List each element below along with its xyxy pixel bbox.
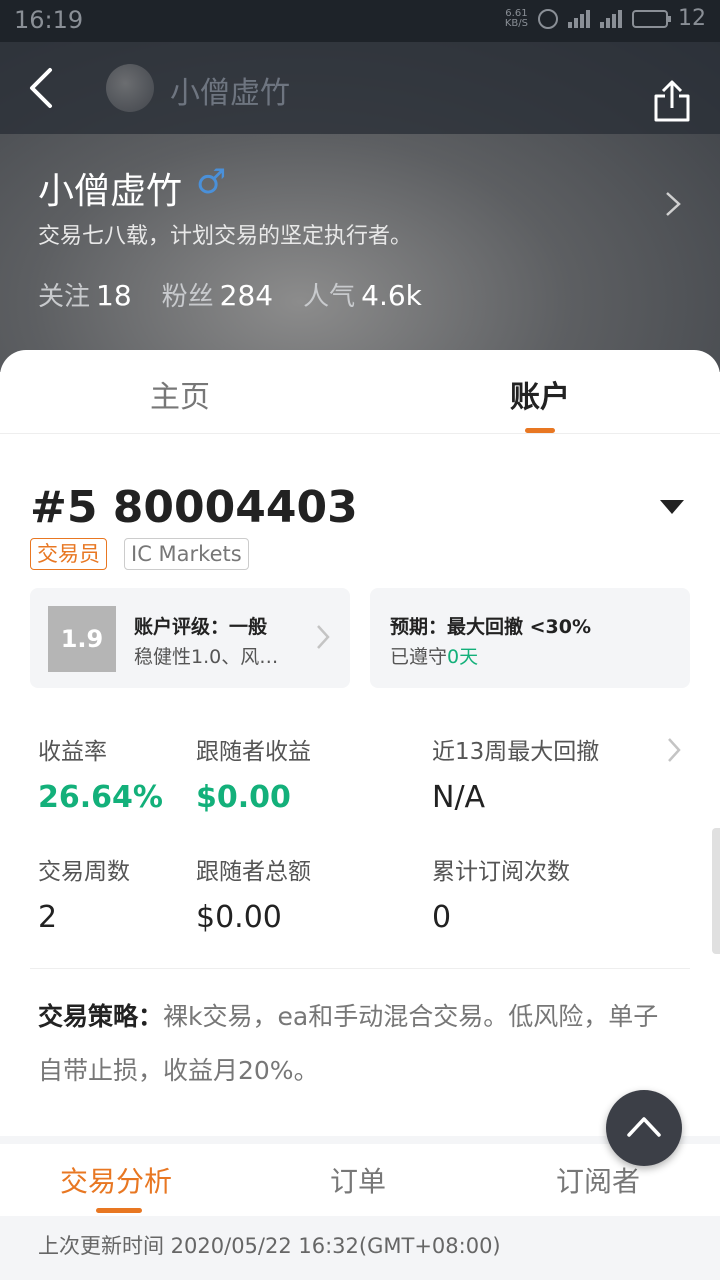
status-time: 16:19 [14,6,84,34]
tab-subscribers[interactable]: 订阅者 [556,1160,640,1200]
tab-active-indicator [96,1208,142,1213]
chevron-right-icon[interactable] [664,190,682,218]
trading-strategy: 交易策略：裸k交易，ea和手动混合交易。低风险，单子自带止损，收益月20%。 [38,990,678,1098]
tab-orders[interactable]: 订单 [330,1160,386,1200]
metric-follower-profit: 跟随者收益 $0.00 [196,739,311,815]
scrollbar[interactable] [712,828,720,954]
strategy-label: 交易策略： [38,1002,164,1031]
top-username: 小僧虚竹 [170,76,290,111]
metric-max-drawdown: 近13周最大回撤 N/A [432,739,600,815]
account-id: #5 80004403 [30,482,358,533]
chevron-right-icon [317,625,330,649]
signal-icon-2 [600,9,622,28]
status-icons: 6.61 KB/S 12 [505,6,706,31]
scroll-top-button[interactable] [606,1090,682,1166]
avatar[interactable] [106,64,154,112]
rating-score: 1.9 [48,606,116,672]
metric-subscription-count: 累计订阅次数 0 [432,859,570,935]
battery-icon [632,9,671,28]
profile-tabs: 主页 账户 [0,350,720,434]
profile-header: 小僧虚竹 小僧虚竹 ♂ 交易七八载，计划交易的坚定执行者。 关注 18 粉丝 284… [0,42,720,372]
profile-bio: 交易七八载，计划交易的坚定执行者。 [38,224,413,249]
divider [30,968,690,969]
stat-popularity: 人气 4.6k [303,279,422,312]
battery-level: 12 [678,6,706,31]
expectation-kept: 已遵守0天 [390,646,479,668]
expectation-box: 预期：最大回撤 <30% 已遵守0天 [370,588,690,688]
share-icon[interactable] [652,78,692,124]
expectation-title: 预期：最大回撤 <30% [390,616,592,638]
metric-return: 收益率 26.64% [38,739,163,815]
back-arrow-icon[interactable] [26,66,56,110]
tab-active-indicator [525,428,555,433]
alarm-icon [538,8,558,29]
rating-box[interactable]: 1.9 账户评级：一般 稳健性1.0、风险控制... [30,588,350,688]
dropdown-arrow-icon[interactable] [660,500,684,514]
profile-stats: 关注 18 粉丝 284 人气 4.6k [38,276,422,313]
last-updated: 上次更新时间 2020/05/22 16:32(GMT+08:00) [0,1216,720,1280]
stat-following[interactable]: 关注 18 [38,276,132,313]
rating-subtitle: 稳健性1.0、风险控制... [134,646,284,668]
broker-tag: IC Markets [124,538,249,570]
role-tag: 交易员 [30,538,107,570]
top-bar: 小僧虚竹 [0,42,720,134]
chevron-up-icon [627,1117,661,1137]
status-bar: 16:19 6.61 KB/S 12 [0,0,720,42]
male-icon: ♂ [196,162,227,202]
stat-fans[interactable]: 粉丝 284 [162,276,273,313]
tab-trade-analysis[interactable]: 交易分析 [60,1160,172,1200]
metric-follower-total: 跟随者总额 $0.00 [196,859,311,935]
rating-title: 账户评级：一般 [134,616,268,638]
chevron-right-icon[interactable] [666,736,682,764]
tab-home[interactable]: 主页 [150,372,210,416]
net-speed: 6.61 KB/S [504,7,528,29]
tab-account[interactable]: 账户 [510,372,570,416]
profile-name: 小僧虚竹 [38,171,183,212]
signal-icon [568,9,590,28]
metric-trading-weeks: 交易周数 2 [38,859,130,935]
